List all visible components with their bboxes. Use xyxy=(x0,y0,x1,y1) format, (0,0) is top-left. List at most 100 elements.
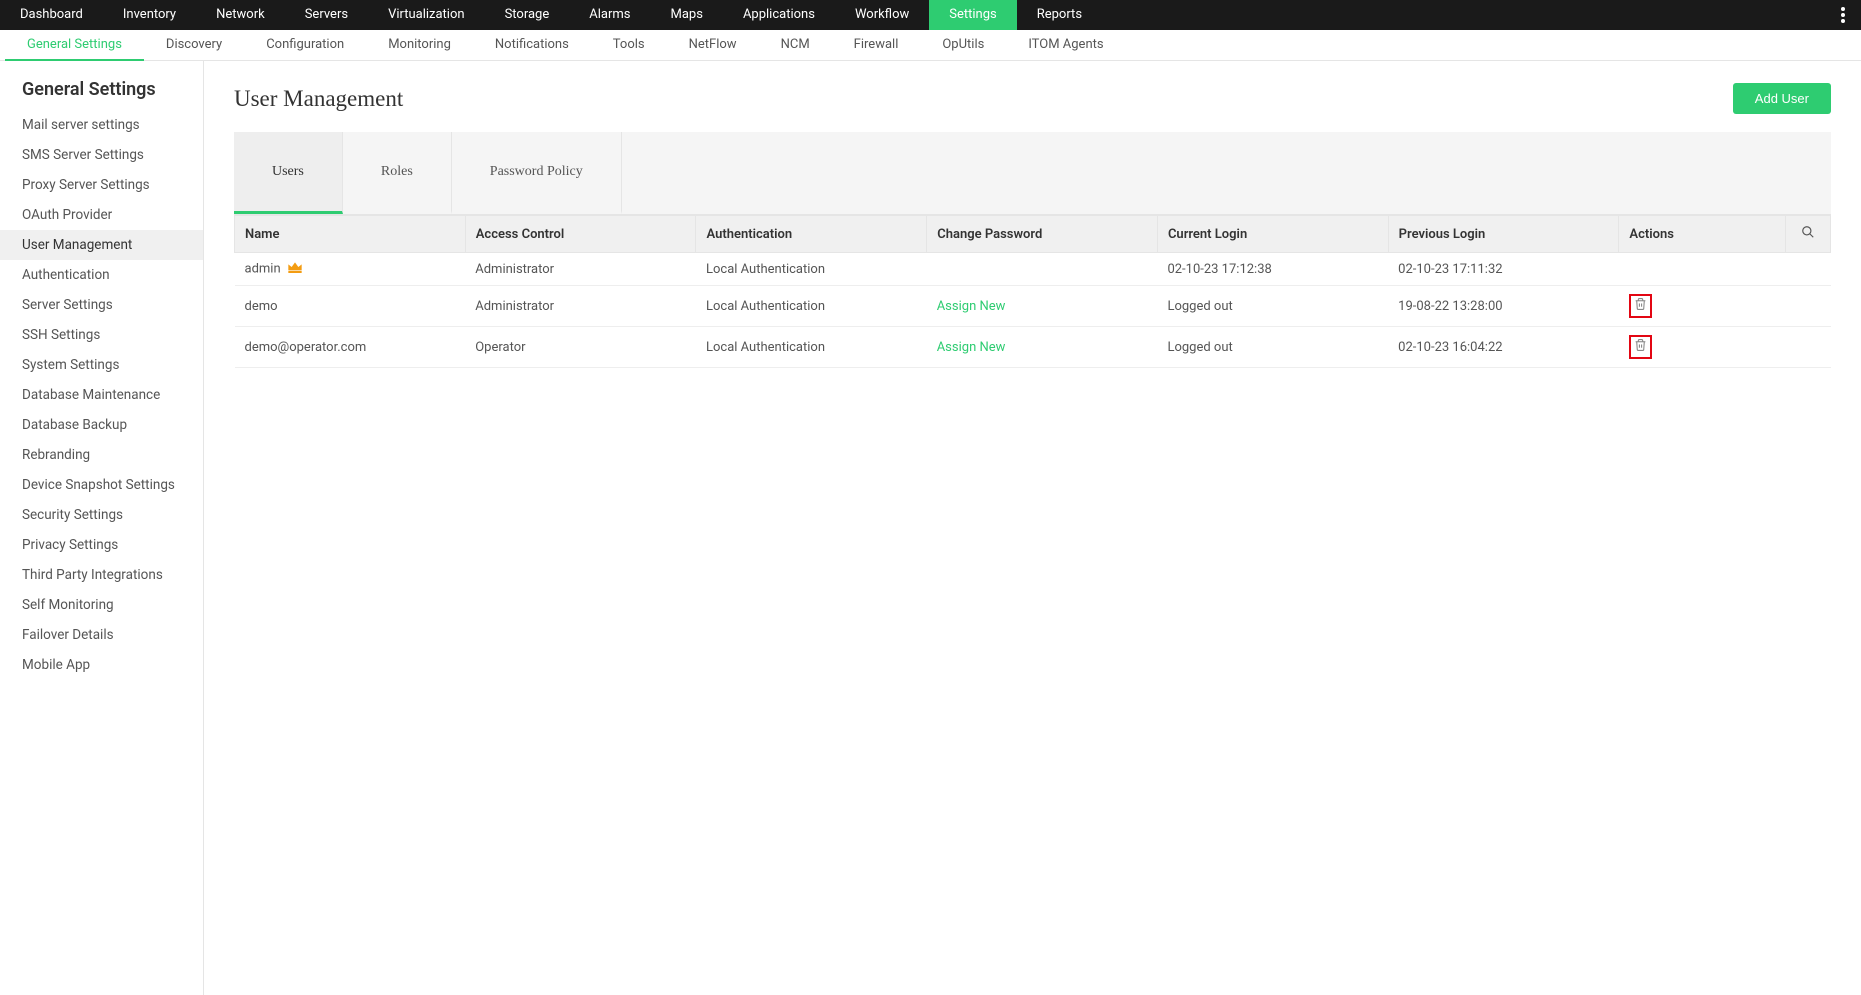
sidebar-item-proxy-server-settings[interactable]: Proxy Server Settings xyxy=(0,170,203,200)
sidebar-item-server-settings[interactable]: Server Settings xyxy=(0,290,203,320)
sidebar-item-authentication[interactable]: Authentication xyxy=(0,260,203,290)
sub-nav-item-configuration[interactable]: Configuration xyxy=(244,30,366,61)
sidebar-item-database-backup[interactable]: Database Backup xyxy=(0,410,203,440)
top-nav-item-virtualization[interactable]: Virtualization xyxy=(368,0,485,30)
top-nav-item-alarms[interactable]: Alarms xyxy=(569,0,650,30)
more-menu-icon[interactable] xyxy=(1835,0,1851,30)
cell-current-login: 02-10-23 17:12:38 xyxy=(1157,253,1388,286)
column-header-change-password[interactable]: Change Password xyxy=(927,216,1158,253)
assign-new-link[interactable]: Assign New xyxy=(937,299,1006,314)
sidebar-item-failover-details[interactable]: Failover Details xyxy=(0,620,203,650)
user-name: demo@operator.com xyxy=(245,340,367,355)
cell-previous-login: 02-10-23 17:11:32 xyxy=(1388,253,1619,286)
sidebar-item-ssh-settings[interactable]: SSH Settings xyxy=(0,320,203,350)
sub-nav-item-netflow[interactable]: NetFlow xyxy=(667,30,759,61)
sub-nav-item-notifications[interactable]: Notifications xyxy=(473,30,591,61)
crown-icon xyxy=(287,261,303,277)
user-name: demo xyxy=(245,299,278,314)
column-header-authentication[interactable]: Authentication xyxy=(696,216,927,253)
table-row: admin AdministratorLocal Authentication 02… xyxy=(235,253,1831,286)
top-nav-item-servers[interactable]: Servers xyxy=(285,0,368,30)
cell-actions xyxy=(1619,253,1786,286)
tab-users[interactable]: Users xyxy=(234,132,343,214)
cell-authentication: Local Authentication xyxy=(696,327,927,368)
sidebar-item-rebranding[interactable]: Rebranding xyxy=(0,440,203,470)
sidebar: General Settings Mail server settingsSMS… xyxy=(0,61,204,995)
sidebar-item-database-maintenance[interactable]: Database Maintenance xyxy=(0,380,203,410)
cell-access-control: Administrator xyxy=(465,286,696,327)
cell-change-password xyxy=(927,253,1158,286)
tab-password-policy[interactable]: Password Policy xyxy=(452,132,622,214)
column-header-name[interactable]: Name xyxy=(235,216,466,253)
cell-previous-login: 19-08-22 13:28:00 xyxy=(1388,286,1619,327)
sub-nav-item-monitoring[interactable]: Monitoring xyxy=(366,30,473,61)
top-nav-item-applications[interactable]: Applications xyxy=(723,0,835,30)
sub-nav-item-tools[interactable]: Tools xyxy=(591,30,667,61)
column-header-access-control[interactable]: Access Control xyxy=(465,216,696,253)
cell-authentication: Local Authentication xyxy=(696,253,927,286)
user-name: admin xyxy=(245,261,281,276)
sidebar-item-oauth-provider[interactable]: OAuth Provider xyxy=(0,200,203,230)
column-header-previous-login[interactable]: Previous Login xyxy=(1388,216,1619,253)
cell-blank xyxy=(1786,253,1831,286)
tabs-filler xyxy=(622,132,1831,214)
sub-nav-item-general-settings[interactable]: General Settings xyxy=(5,30,144,61)
sidebar-item-privacy-settings[interactable]: Privacy Settings xyxy=(0,530,203,560)
search-icon[interactable] xyxy=(1786,216,1831,253)
top-nav-item-workflow[interactable]: Workflow xyxy=(835,0,929,30)
cell-current-login: Logged out xyxy=(1157,286,1388,327)
assign-new-link[interactable]: Assign New xyxy=(937,340,1006,355)
main-container: General Settings Mail server settingsSMS… xyxy=(0,61,1861,995)
trash-icon[interactable] xyxy=(1634,297,1647,315)
sidebar-item-mobile-app[interactable]: Mobile App xyxy=(0,650,203,680)
tab-roles[interactable]: Roles xyxy=(343,132,452,214)
sidebar-item-third-party-integrations[interactable]: Third Party Integrations xyxy=(0,560,203,590)
sub-nav-item-ncm[interactable]: NCM xyxy=(759,30,832,61)
sidebar-item-sms-server-settings[interactable]: SMS Server Settings xyxy=(0,140,203,170)
column-header-current-login[interactable]: Current Login xyxy=(1157,216,1388,253)
cell-access-control: Administrator xyxy=(465,253,696,286)
cell-name[interactable]: demo@operator.com xyxy=(235,327,466,368)
top-nav: DashboardInventoryNetworkServersVirtuali… xyxy=(0,0,1861,30)
sidebar-item-security-settings[interactable]: Security Settings xyxy=(0,500,203,530)
cell-current-login: Logged out xyxy=(1157,327,1388,368)
top-nav-item-network[interactable]: Network xyxy=(196,0,285,30)
cell-blank xyxy=(1786,286,1831,327)
top-nav-item-reports[interactable]: Reports xyxy=(1017,0,1102,30)
sub-nav: General SettingsDiscoveryConfigurationMo… xyxy=(0,30,1861,61)
top-nav-item-inventory[interactable]: Inventory xyxy=(103,0,196,30)
sidebar-item-device-snapshot-settings[interactable]: Device Snapshot Settings xyxy=(0,470,203,500)
cell-actions xyxy=(1619,327,1786,368)
sub-nav-item-itom-agents[interactable]: ITOM Agents xyxy=(1006,30,1125,61)
cell-authentication: Local Authentication xyxy=(696,286,927,327)
column-header-actions[interactable]: Actions xyxy=(1619,216,1786,253)
top-nav-item-storage[interactable]: Storage xyxy=(485,0,570,30)
cell-access-control: Operator xyxy=(465,327,696,368)
cell-change-password[interactable]: Assign New xyxy=(927,286,1158,327)
sidebar-item-system-settings[interactable]: System Settings xyxy=(0,350,203,380)
page-header: User Management Add User xyxy=(234,83,1831,114)
table-row: demo AdministratorLocal Authentication Ass… xyxy=(235,286,1831,327)
sidebar-item-mail-server-settings[interactable]: Mail server settings xyxy=(0,110,203,140)
cell-change-password[interactable]: Assign New xyxy=(927,327,1158,368)
sidebar-title: General Settings xyxy=(0,79,203,110)
delete-highlight xyxy=(1629,335,1652,359)
user-table: NameAccess ControlAuthenticationChange P… xyxy=(234,215,1831,368)
table-row: demo@operator.com OperatorLocal Authentic… xyxy=(235,327,1831,368)
sidebar-item-user-management[interactable]: User Management xyxy=(0,230,203,260)
top-nav-item-maps[interactable]: Maps xyxy=(651,0,723,30)
trash-icon[interactable] xyxy=(1634,338,1647,356)
add-user-button[interactable]: Add User xyxy=(1733,83,1831,114)
cell-blank xyxy=(1786,327,1831,368)
cell-name[interactable]: admin xyxy=(235,253,466,286)
page-title: User Management xyxy=(234,86,403,112)
sub-nav-item-discovery[interactable]: Discovery xyxy=(144,30,244,61)
cell-name[interactable]: demo xyxy=(235,286,466,327)
sidebar-item-self-monitoring[interactable]: Self Monitoring xyxy=(0,590,203,620)
delete-highlight xyxy=(1629,294,1652,318)
content: User Management Add User UsersRolesPassw… xyxy=(204,61,1861,995)
sub-nav-item-oputils[interactable]: OpUtils xyxy=(920,30,1006,61)
top-nav-item-dashboard[interactable]: Dashboard xyxy=(0,0,103,30)
sub-nav-item-firewall[interactable]: Firewall xyxy=(832,30,921,61)
top-nav-item-settings[interactable]: Settings xyxy=(929,0,1016,30)
